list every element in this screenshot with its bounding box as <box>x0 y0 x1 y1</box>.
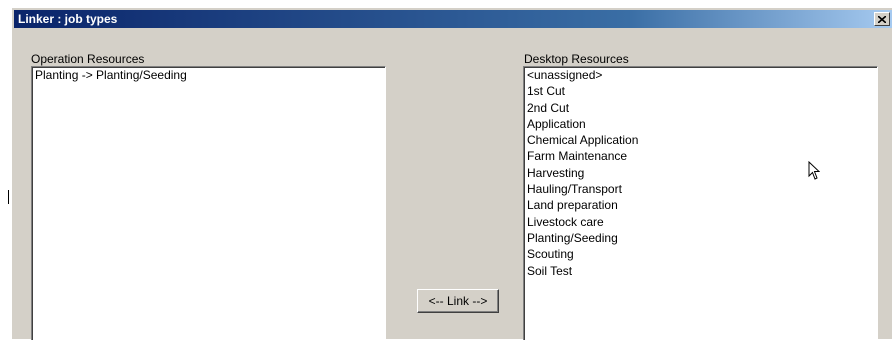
desktop-resource-item-livestock-care[interactable]: Livestock care <box>524 214 877 230</box>
desktop-resource-item-scouting[interactable]: Scouting <box>524 246 877 262</box>
desktop-resource-item-planting-seeding[interactable]: Planting/Seeding <box>524 230 877 246</box>
close-button[interactable] <box>874 12 890 26</box>
desktop-resource-item-2nd-cut[interactable]: 2nd Cut <box>524 100 877 116</box>
operation-resource-item[interactable]: Planting -> Planting/Seeding <box>32 67 385 83</box>
link-button[interactable]: <-- Link --> <box>417 289 499 313</box>
desktop-resource-item-application[interactable]: Application <box>524 116 877 132</box>
title-bar[interactable]: Linker : job types <box>14 10 892 28</box>
linker-dialog: Linker : job types Operation Resources P… <box>11 7 892 340</box>
desktop-resource-item-farm-maintenance[interactable]: Farm Maintenance <box>524 148 877 164</box>
desktop-resource-item-1st-cut[interactable]: 1st Cut <box>524 83 877 99</box>
window-title: Linker : job types <box>18 12 118 26</box>
operation-resources-list[interactable]: Planting -> Planting/Seeding <box>31 66 386 340</box>
desktop-resource-item-harvesting[interactable]: Harvesting <box>524 165 877 181</box>
operation-resources-label: Operation Resources <box>31 52 145 66</box>
edge-mark <box>8 190 9 204</box>
desktop-resource-item-soil-test[interactable]: Soil Test <box>524 263 877 279</box>
desktop-resource-item-land-preparation[interactable]: Land preparation <box>524 197 877 213</box>
desktop-resource-item-chemical-application[interactable]: Chemical Application <box>524 132 877 148</box>
desktop-resources-list[interactable]: <unassigned> 1st Cut 2nd Cut Application… <box>523 66 878 340</box>
mouse-cursor-icon <box>808 161 820 180</box>
close-icon <box>878 15 886 23</box>
desktop-resource-item-unassigned[interactable]: <unassigned> <box>524 67 877 83</box>
desktop-resource-item-hauling-transport[interactable]: Hauling/Transport <box>524 181 877 197</box>
desktop-resources-label: Desktop Resources <box>524 52 629 66</box>
